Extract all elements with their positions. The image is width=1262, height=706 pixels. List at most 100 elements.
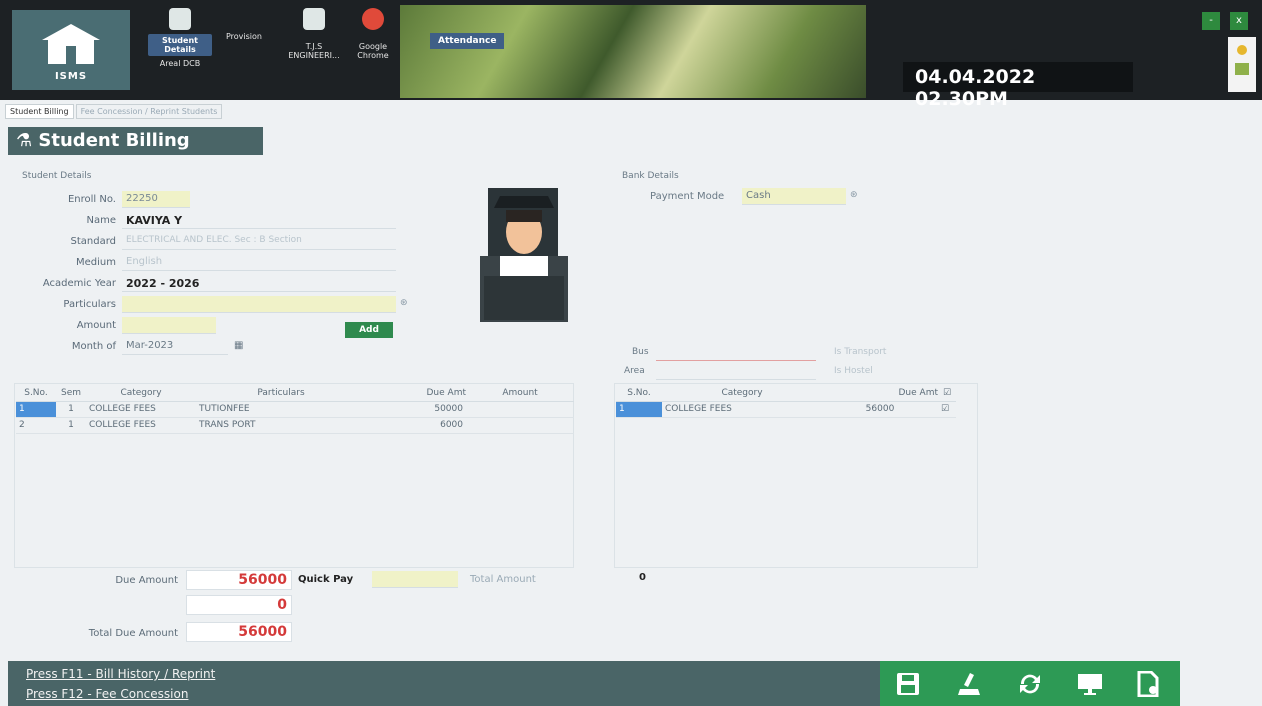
- month-picker[interactable]: Mar-2023: [122, 338, 228, 355]
- table-cell[interactable]: COLLEGE FEES: [86, 417, 196, 434]
- report-icon[interactable]: [1134, 671, 1162, 697]
- refresh-icon[interactable]: [1016, 671, 1044, 697]
- table-header-row: S.No. Category Due Amt ☑: [616, 385, 956, 402]
- table-cell[interactable]: 1: [16, 401, 56, 418]
- file-icon: [303, 8, 325, 30]
- tab-fee-concession[interactable]: Fee Concession / Reprint Students: [75, 104, 223, 119]
- bill-history-link[interactable]: Press F11 - Bill History / Reprint: [26, 667, 215, 681]
- file-icon: [169, 8, 191, 30]
- app-header: ISMS Student Details Areal DCB Provision…: [0, 0, 1262, 110]
- due-table: S.No. Category Due Amt ☑ 1 COLLEGE FEES …: [616, 385, 956, 418]
- area-label: Area: [624, 366, 645, 376]
- table-cell[interactable]: [466, 401, 574, 418]
- total-amount-label: Total Amount: [470, 574, 536, 585]
- action-toolbar: [880, 661, 1180, 706]
- save-icon[interactable]: [894, 671, 922, 697]
- column-header: Particulars: [196, 385, 366, 402]
- bank-details-label: Bank Details: [622, 171, 679, 181]
- close-button[interactable]: x: [1230, 12, 1248, 30]
- academic-year-label: Academic Year: [42, 278, 116, 289]
- attendance-tag[interactable]: Attendance: [430, 33, 505, 49]
- table-cell[interactable]: 1: [616, 401, 662, 418]
- table-cell[interactable]: 1: [56, 401, 86, 418]
- month-label: Month of: [71, 341, 116, 352]
- house-logo-icon: [42, 24, 100, 64]
- bus-input[interactable]: [656, 344, 816, 361]
- table-cell[interactable]: TRANS PORT: [196, 417, 366, 434]
- column-header: Sem: [56, 385, 86, 402]
- table-row[interactable]: 2 1 COLLEGE FEES TRANS PORT 6000: [16, 417, 574, 434]
- medium-value: English: [122, 254, 396, 271]
- standard-value: ELECTRICAL AND ELEC. Sec : B Section: [122, 233, 396, 250]
- desktop-icon-label: Google Chrome: [357, 42, 389, 60]
- fee-concession-link[interactable]: Press F12 - Fee Concession: [26, 687, 188, 701]
- student-billing-screen: ISMS Student Details Areal DCB Provision…: [0, 0, 1262, 706]
- chevron-down-icon[interactable]: ⊛: [400, 298, 408, 308]
- table-cell[interactable]: COLLEGE FEES: [86, 401, 196, 418]
- side-widget[interactable]: [1228, 37, 1256, 92]
- column-header: S.No.: [16, 385, 56, 402]
- column-header: Due Amt: [822, 385, 938, 402]
- table-cell[interactable]: COLLEGE FEES: [662, 401, 822, 418]
- page-title-bar: ⚗ Student Billing: [8, 127, 263, 155]
- desktop-icon-areal-dcb[interactable]: Student Details Areal DCB: [148, 8, 212, 68]
- amount-input[interactable]: [122, 317, 216, 334]
- is-hostel-checkbox[interactable]: Is Hostel: [834, 366, 873, 376]
- particulars-label: Particulars: [63, 299, 116, 310]
- select-all-checkbox[interactable]: ☑: [938, 385, 956, 402]
- tab-student-billing[interactable]: Student Billing: [5, 104, 74, 119]
- total-due-value: 56000: [186, 622, 292, 642]
- student-photo: [480, 188, 568, 322]
- page-title: Student Billing: [38, 130, 190, 151]
- shortcut-footer: Press F11 - Bill History / Reprint Press…: [8, 661, 880, 706]
- table-cell[interactable]: [466, 417, 574, 434]
- student-details-label: Student Details: [22, 171, 92, 181]
- add-button[interactable]: Add: [345, 322, 393, 338]
- enroll-input[interactable]: 22250: [122, 191, 190, 208]
- logo-label: ISMS: [54, 71, 88, 82]
- table-cell[interactable]: 6000: [366, 417, 466, 434]
- display-icon[interactable]: [1076, 671, 1104, 697]
- table-cell[interactable]: 56000: [822, 401, 938, 418]
- column-header: S.No.: [616, 385, 662, 402]
- table-row[interactable]: 1 COLLEGE FEES 56000 ☑: [616, 401, 956, 418]
- column-header: Category: [662, 385, 822, 402]
- desktop-icon-chrome[interactable]: Google Chrome: [345, 8, 401, 60]
- row-checkbox[interactable]: ☑: [938, 401, 956, 418]
- academic-year-value: 2022 - 2026: [122, 275, 396, 292]
- calendar-icon[interactable]: ▦: [234, 340, 243, 351]
- desktop-icon-label: T.J.S ENGINEERI...: [288, 42, 340, 60]
- desktop-icon-label: Provision: [225, 32, 262, 41]
- tab-strip: Student Billing Fee Concession / Reprint …: [5, 104, 224, 120]
- datetime-display: 04.04.2022 02.30PM: [903, 62, 1133, 110]
- clear-icon[interactable]: [956, 671, 984, 697]
- amount-label: Amount: [76, 320, 116, 331]
- table-cell[interactable]: 1: [56, 417, 86, 434]
- name-label: Name: [86, 215, 116, 226]
- desktop-icon-tjs[interactable]: T.J.S ENGINEERI...: [282, 8, 346, 60]
- desktop-icon-provision[interactable]: Provision: [212, 32, 276, 41]
- table-cell[interactable]: 2: [16, 417, 56, 434]
- particulars-select[interactable]: [122, 296, 396, 313]
- is-transport-checkbox[interactable]: Is Transport: [834, 347, 886, 357]
- adjustment-value: 0: [186, 595, 292, 615]
- standard-label: Standard: [70, 236, 117, 247]
- landscape-icon: [1235, 63, 1249, 75]
- table-cell[interactable]: 50000: [366, 401, 466, 418]
- table-header-row: S.No. Sem Category Particulars Due Amt A…: [16, 385, 574, 402]
- isms-logo[interactable]: ISMS: [12, 10, 130, 90]
- minimize-button[interactable]: -: [1202, 12, 1220, 30]
- fee-table: S.No. Sem Category Particulars Due Amt A…: [16, 385, 574, 434]
- student-details-tag: Student Details: [148, 34, 212, 56]
- payment-mode-select[interactable]: Cash: [742, 188, 846, 205]
- billing-user-icon: ⚗: [16, 130, 33, 151]
- quick-pay-label: Quick Pay: [298, 574, 354, 585]
- table-row[interactable]: 1 1 COLLEGE FEES TUTIONFEE 50000: [16, 401, 574, 418]
- area-input[interactable]: [656, 363, 816, 380]
- table-cell[interactable]: TUTIONFEE: [196, 401, 366, 418]
- desktop-icon-label: Areal DCB: [159, 59, 201, 68]
- column-header: Due Amt: [366, 385, 466, 402]
- quick-pay-input[interactable]: [372, 571, 458, 588]
- chevron-down-icon[interactable]: ⊛: [850, 190, 858, 200]
- column-header: Category: [86, 385, 196, 402]
